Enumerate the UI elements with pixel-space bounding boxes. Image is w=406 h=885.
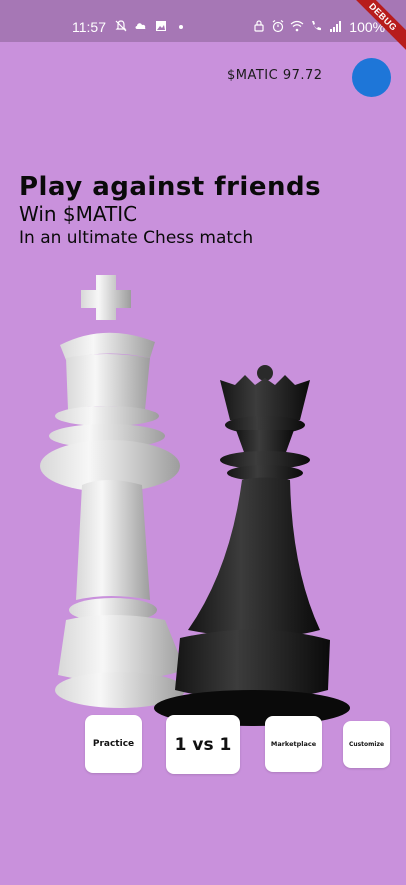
image-icon — [156, 21, 166, 31]
practice-button[interactable]: Practice — [85, 715, 142, 773]
status-time: 11:57 — [72, 19, 106, 35]
status-bar: 11:57 100% — [0, 0, 406, 42]
white-king-icon — [40, 275, 185, 708]
signal-icon — [330, 21, 341, 32]
customize-button[interactable]: Customize — [343, 721, 390, 768]
status-right-icons — [252, 19, 342, 33]
hero-subtitle: Win $MATIC — [19, 202, 138, 226]
hero-tagline: In an ultimate Chess match — [19, 228, 254, 248]
hero-text: Play against friends Win $MATIC In an ul… — [19, 172, 321, 248]
hero-title: Play against friends — [19, 172, 322, 202]
cloud-icon — [135, 23, 146, 29]
wifi-icon — [290, 20, 304, 32]
wifi-call-icon — [312, 21, 321, 31]
avatar[interactable] — [352, 58, 391, 97]
notifications-muted-icon — [115, 20, 127, 32]
wallet-balance: $MATIC 97.72 — [227, 68, 323, 83]
chess-pieces-illustration — [40, 275, 350, 726]
one-vs-one-button[interactable]: 1 vs 1 — [166, 715, 240, 774]
dot-icon — [179, 25, 183, 29]
lock-icon — [254, 20, 264, 32]
alarm-icon — [272, 20, 284, 33]
status-left-icons — [114, 19, 188, 33]
black-queen-icon — [154, 365, 350, 726]
marketplace-button[interactable]: Marketplace — [265, 716, 322, 772]
